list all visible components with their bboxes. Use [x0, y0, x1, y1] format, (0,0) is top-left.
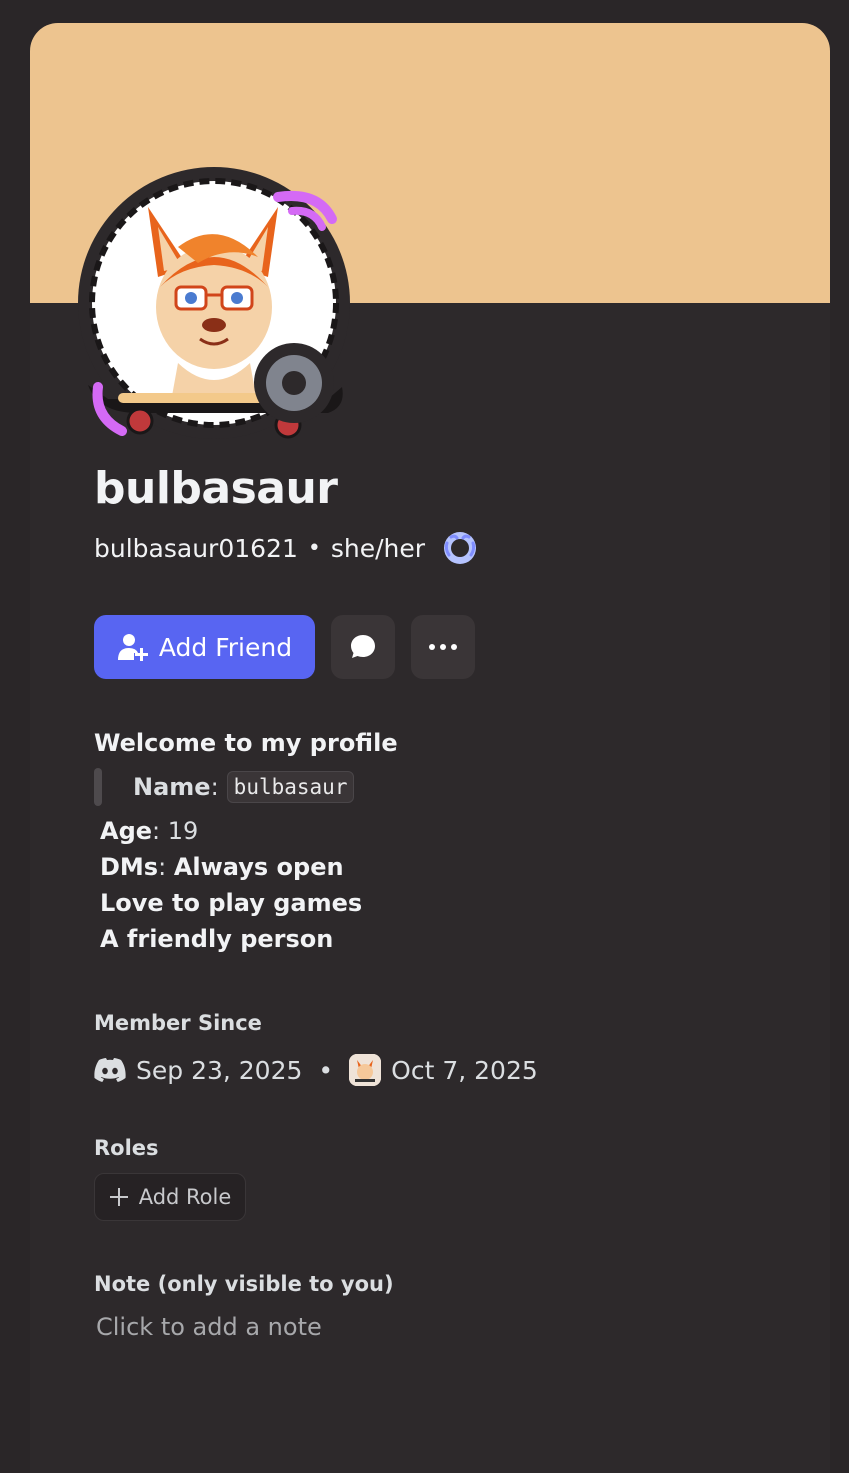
member-since-separator: •	[318, 1055, 334, 1085]
plus-icon	[109, 1188, 128, 1206]
bio-quote: Name: bulbasaur	[94, 767, 398, 807]
bio-name-label: Name	[133, 773, 211, 801]
laurel-badge-icon[interactable]	[441, 529, 479, 567]
username[interactable]: bulbasaur01621	[94, 534, 298, 563]
add-role-label: Add Role	[138, 1185, 232, 1209]
display-name: bulbasaur	[94, 463, 338, 514]
more-dots-icon	[429, 644, 457, 650]
username-row: bulbasaur01621 • she/her	[94, 528, 479, 568]
discord-join-date: Sep 23, 2025	[136, 1055, 303, 1085]
quote-bar	[94, 768, 102, 806]
bio-age-label: Age	[100, 817, 153, 845]
member-since-label: Member Since	[94, 1011, 262, 1035]
server-avatar-icon	[349, 1054, 382, 1086]
chat-bubble-icon	[351, 635, 375, 658]
bio-title: Welcome to my profile	[94, 729, 398, 757]
server-icon	[349, 1054, 382, 1086]
bio-dms-label: DMs	[100, 853, 159, 881]
bio-dms-value: Always open	[173, 853, 344, 881]
offline-status-icon	[266, 355, 322, 411]
note-input[interactable]: Click to add a note	[96, 1313, 322, 1341]
status-indicator	[254, 343, 334, 423]
bio-friendly-line: A friendly person	[100, 925, 334, 953]
server-join-date: Oct 7, 2025	[391, 1055, 538, 1085]
bio-dms-line: DMs: Always open	[100, 853, 344, 881]
separator-dot: •	[307, 535, 321, 561]
profile-card: bulbasaur bulbasaur01621 • she/her Add F…	[30, 23, 830, 1473]
discord-logo-icon	[94, 1058, 126, 1082]
more-options-button[interactable]	[411, 615, 475, 679]
note-label: Note (only visible to you)	[94, 1272, 394, 1296]
add-friend-button[interactable]: Add Friend	[94, 615, 315, 679]
bio-section: Welcome to my profile Name: bulbasaur Ag…	[94, 729, 398, 957]
pronouns: she/her	[330, 533, 426, 563]
roles-label: Roles	[94, 1136, 159, 1160]
add-friend-label: Add Friend	[158, 632, 293, 662]
bio-name-code: bulbasaur	[226, 771, 355, 803]
message-button[interactable]	[331, 615, 395, 679]
bio-lines: Age: 19 DMs: Always open Love to play ga…	[94, 813, 398, 957]
bio-games-line: Love to play games	[100, 889, 363, 917]
action-buttons: Add Friend	[94, 615, 475, 679]
add-role-button[interactable]: Add Role	[94, 1173, 246, 1221]
member-since-row: Sep 23, 2025 • Oct 7, 2025	[94, 1050, 538, 1090]
bio-age-value: 19	[167, 817, 199, 845]
add-friend-icon	[117, 634, 148, 661]
bio-age-line: Age: 19	[100, 817, 199, 845]
